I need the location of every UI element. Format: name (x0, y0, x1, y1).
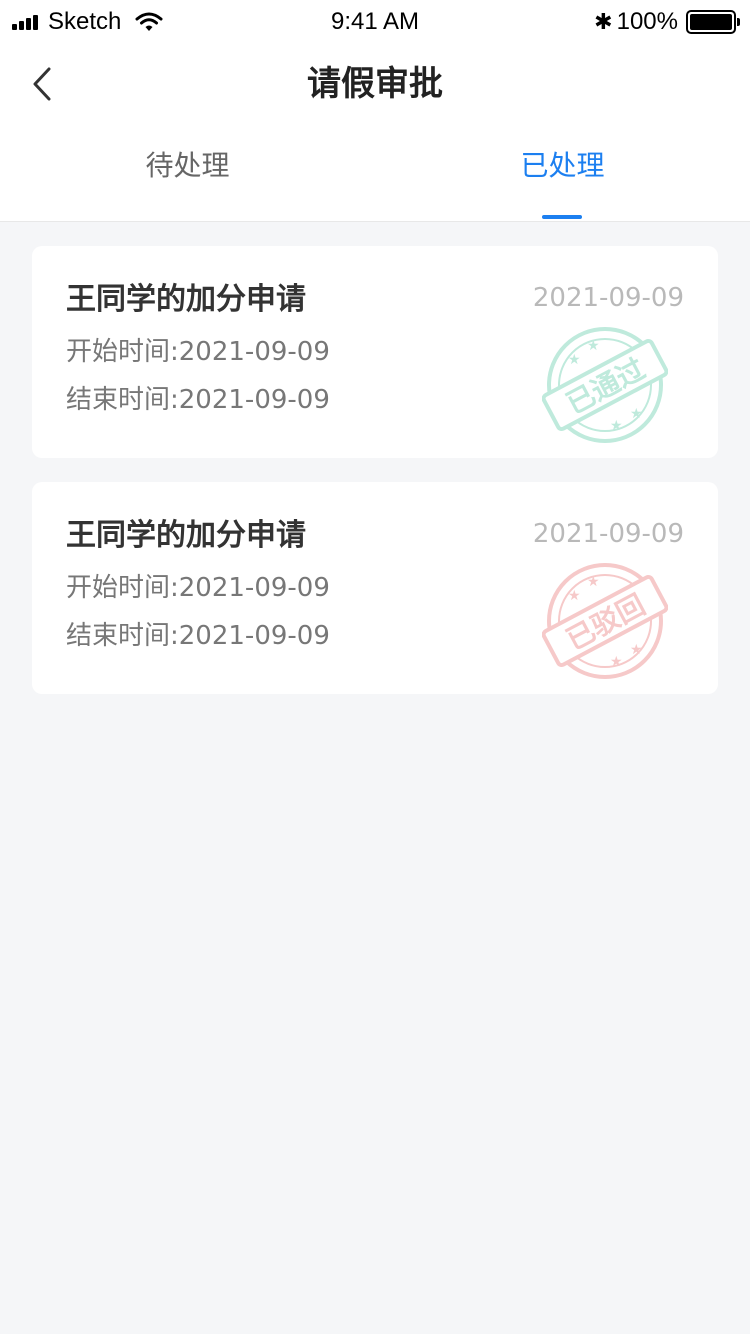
start-time-label: 开始时间: (66, 573, 179, 603)
nav-bar: 请假审批 (0, 44, 750, 128)
card-date: 2021-09-09 (532, 283, 684, 313)
request-card[interactable]: 王同学的加分申请 2021-09-09 开始时间:2021-09-09 结束时间… (32, 246, 718, 458)
start-time-value: 2021-09-09 (178, 573, 330, 603)
tab-processed[interactable]: 已处理 (375, 128, 750, 221)
start-time-label: 开始时间: (66, 337, 179, 367)
request-card[interactable]: 王同学的加分申请 2021-09-09 开始时间:2021-09-09 结束时间… (32, 482, 718, 694)
svg-text:★: ★ (568, 588, 581, 604)
status-right: ✱ 100% (594, 8, 740, 36)
approved-stamp-icon: ★★ ★★ 已通过 (542, 327, 668, 443)
svg-text:★: ★ (610, 654, 623, 670)
tab-processed-label: 已处理 (520, 149, 605, 182)
battery-percent: 100% (616, 8, 678, 35)
svg-text:★: ★ (630, 406, 643, 422)
svg-text:★: ★ (610, 418, 623, 434)
status-bar: Sketch 9:41 AM ✱ 100% (0, 0, 750, 44)
bluetooth-icon: ✱ (594, 9, 613, 35)
svg-text:★: ★ (568, 352, 581, 368)
end-time-label: 结束时间: (66, 385, 179, 415)
card-date: 2021-09-09 (532, 519, 684, 549)
svg-text:★: ★ (630, 642, 643, 658)
start-time-value: 2021-09-09 (178, 337, 330, 367)
page-title: 请假审批 (307, 64, 443, 104)
rejected-stamp-icon: ★★ ★★ 已驳回 (542, 563, 668, 679)
battery-level (690, 14, 732, 30)
end-time-value: 2021-09-09 (178, 621, 330, 651)
end-time-label: 结束时间: (66, 621, 179, 651)
end-time-value: 2021-09-09 (178, 385, 330, 415)
tab-bar: 待处理 已处理 (0, 128, 750, 222)
battery-icon (686, 10, 740, 34)
header: Sketch 9:41 AM ✱ 100% 请假审批 待处理 已处理 (0, 0, 750, 222)
tab-active-indicator (542, 215, 582, 219)
request-list: 王同学的加分申请 2021-09-09 开始时间:2021-09-09 结束时间… (0, 222, 750, 694)
svg-text:★: ★ (587, 574, 600, 590)
svg-text:★: ★ (587, 338, 600, 354)
tab-pending[interactable]: 待处理 (0, 128, 375, 221)
